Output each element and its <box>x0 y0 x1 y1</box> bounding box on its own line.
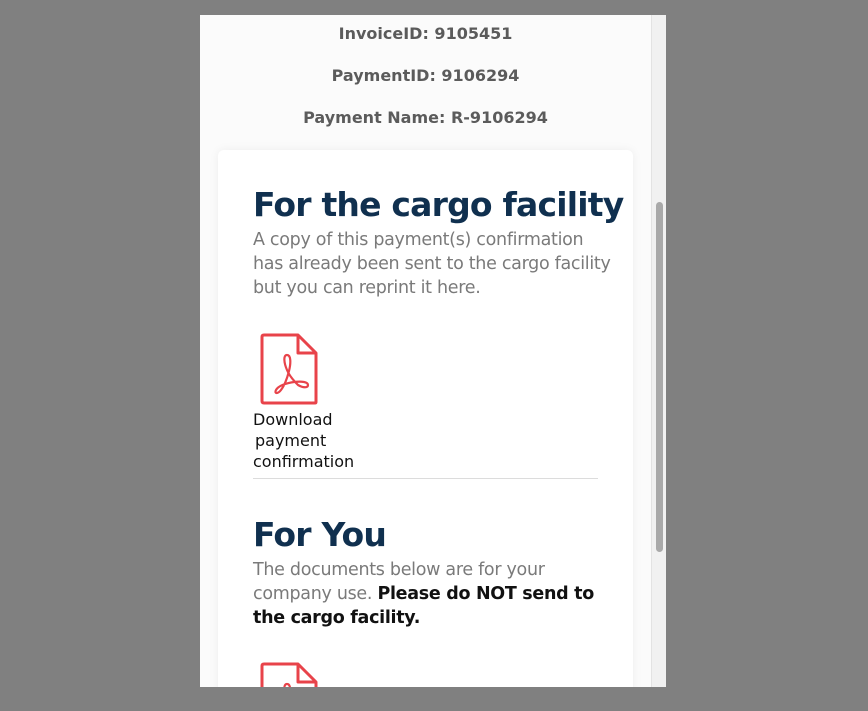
scrollbar-track[interactable] <box>651 15 666 687</box>
pdf-icon[interactable] <box>260 662 318 687</box>
documents-card: For the cargo facility A copy of this pa… <box>218 150 633 687</box>
download-label-line-1: Download <box>253 410 333 429</box>
cargo-section-title: For the cargo facility <box>253 185 624 224</box>
scrollbar-thumb[interactable] <box>656 202 663 552</box>
section-divider <box>253 478 598 479</box>
download-payment-confirmation-link[interactable]: Download payment confirmation <box>253 409 383 472</box>
download-label-line-2: payment <box>255 431 327 450</box>
payment-name: Payment Name: R-9106294 <box>303 108 548 127</box>
you-section-description: The documents below are for your company… <box>253 558 613 630</box>
download-label-line-3: confirmation <box>253 452 355 471</box>
payment-id: PaymentID: 9106294 <box>331 66 520 85</box>
payment-confirmation-modal: InvoiceID: 9105451 PaymentID: 9106294 Pa… <box>200 15 666 687</box>
invoice-id: InvoiceID: 9105451 <box>338 24 513 43</box>
cargo-section-description: A copy of this payment(s) confirmation h… <box>253 230 611 298</box>
pdf-icon[interactable] <box>260 333 318 405</box>
you-section-title: For You <box>253 515 387 554</box>
